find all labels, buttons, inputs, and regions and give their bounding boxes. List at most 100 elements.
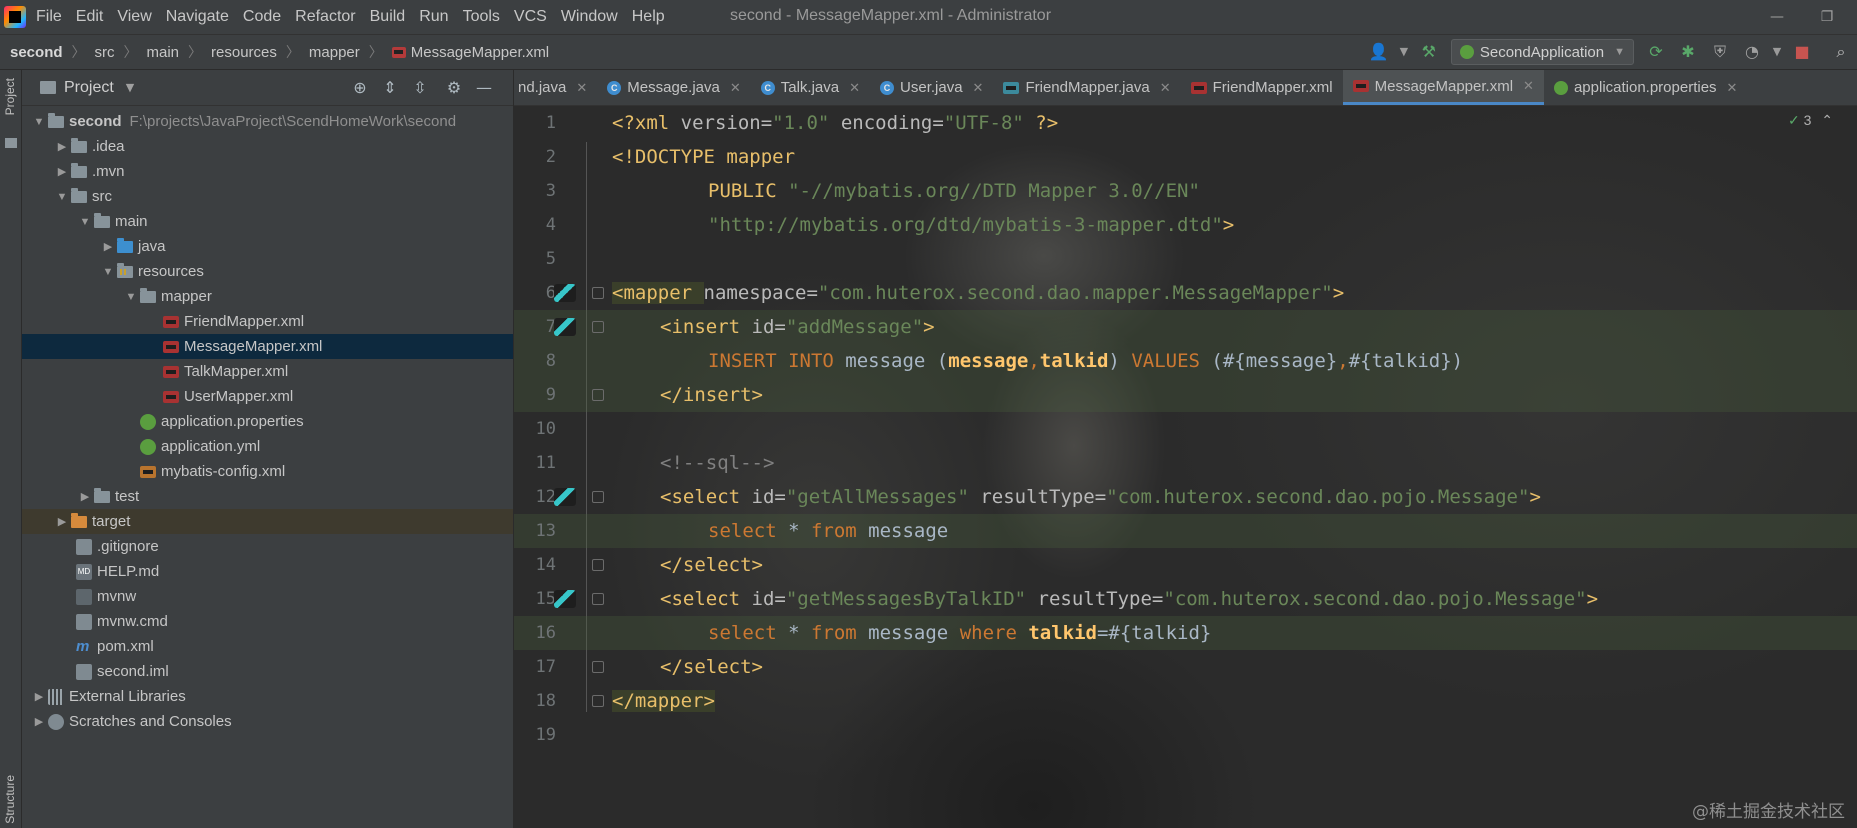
breadcrumb-main[interactable]: main xyxy=(147,44,180,61)
restore-icon[interactable]: ❐ xyxy=(1807,4,1847,30)
breadcrumb-resources[interactable]: resources xyxy=(211,44,277,61)
breadcrumb-project[interactable]: second xyxy=(10,44,63,61)
tree-item-gitignore[interactable]: .gitignore xyxy=(22,534,513,559)
collapse-all-icon[interactable]: ⇳ xyxy=(408,76,432,100)
debug-icon[interactable]: ✱ xyxy=(1675,39,1701,65)
menu-navigate[interactable]: Navigate xyxy=(166,8,229,26)
tree-item-usermapper-xml[interactable]: UserMapper.xml xyxy=(22,384,513,409)
close-icon[interactable]: ✕ xyxy=(1160,80,1171,96)
chevron-down-icon[interactable]: ▼ xyxy=(1398,39,1410,65)
tree-item-application-properties[interactable]: application.properties xyxy=(22,409,513,434)
code-line[interactable]: 8 INSERT INTO message (message,talkid) V… xyxy=(514,344,1857,378)
tree-item-mvnw[interactable]: mvnw xyxy=(22,584,513,609)
tree-item-mapper[interactable]: ▼ mapper xyxy=(22,284,513,309)
hide-panel-icon[interactable]: — xyxy=(472,76,496,100)
close-icon[interactable]: ✕ xyxy=(1523,78,1534,94)
chevron-down-icon[interactable]: ▼ xyxy=(76,216,94,228)
tree-item-test[interactable]: ▶ test xyxy=(22,484,513,509)
chevron-down-icon[interactable]: ▼ xyxy=(99,266,117,278)
fold-icon[interactable] xyxy=(592,593,604,605)
tree-item-main[interactable]: ▼ main xyxy=(22,209,513,234)
menu-build[interactable]: Build xyxy=(370,8,406,26)
fold-icon[interactable] xyxy=(592,321,604,333)
chevron-right-icon[interactable]: ▶ xyxy=(53,140,71,153)
close-icon[interactable]: ✕ xyxy=(1727,80,1738,96)
chevron-down-icon[interactable]: ▼ xyxy=(122,291,140,303)
tree-item-second[interactable]: ▼ second F:\projects\JavaProject\ScendHo… xyxy=(22,109,513,134)
code-line[interactable]: 5 xyxy=(514,242,1857,276)
tree-item-messagemapper-xml[interactable]: MessageMapper.xml xyxy=(22,334,513,359)
menu-help[interactable]: Help xyxy=(632,8,665,26)
code-line[interactable]: 2 <!DOCTYPE mapper xyxy=(514,140,1857,174)
minimize-icon[interactable]: — xyxy=(1757,4,1797,30)
search-icon[interactable]: ⌕ xyxy=(1828,39,1854,65)
chevron-right-icon[interactable]: ▶ xyxy=(99,240,117,253)
rerun-icon[interactable]: ⟳ xyxy=(1643,39,1669,65)
tree-item-application-yml[interactable]: application.yml xyxy=(22,434,513,459)
code-line[interactable]: 17 </select> xyxy=(514,650,1857,684)
chevron-right-icon[interactable]: ▶ xyxy=(30,715,48,728)
code-editor[interactable]: 1 <?xml version="1.0" encoding="UTF-8" ?… xyxy=(514,106,1857,828)
code-line[interactable]: 13 select * from message xyxy=(514,514,1857,548)
code-line[interactable]: 9 </insert> xyxy=(514,378,1857,412)
code-line[interactable]: 7 <insert id="addMessage"> xyxy=(514,310,1857,344)
menu-edit[interactable]: Edit xyxy=(76,8,104,26)
tree-item-src[interactable]: ▼ src xyxy=(22,184,513,209)
user-icon[interactable]: 👤 xyxy=(1366,39,1392,65)
chevron-right-icon[interactable]: ▶ xyxy=(53,515,71,528)
menu-tools[interactable]: Tools xyxy=(463,8,500,26)
profile-icon[interactable]: ◔ xyxy=(1739,39,1765,65)
menu-file[interactable]: File xyxy=(36,8,62,26)
mybatis-navigate-icon[interactable] xyxy=(554,488,576,506)
code-line[interactable]: 16 select * from message where talkid=#{… xyxy=(514,616,1857,650)
intellij-logo-icon[interactable] xyxy=(4,6,26,28)
tree-item-java[interactable]: ▶ java xyxy=(22,234,513,259)
fold-icon[interactable] xyxy=(592,661,604,673)
tab-message-java[interactable]: C Message.java ✕ xyxy=(597,70,750,105)
tree-item-target[interactable]: ▶ target xyxy=(22,509,513,534)
menu-view[interactable]: View xyxy=(117,8,151,26)
menu-vcs[interactable]: VCS xyxy=(514,8,547,26)
close-icon[interactable]: ✕ xyxy=(576,80,587,96)
tree-item-mybatis-config-xml[interactable]: mybatis-config.xml xyxy=(22,459,513,484)
tree-item-talkmapper-xml[interactable]: TalkMapper.xml xyxy=(22,359,513,384)
code-line[interactable]: 6 <mapper namespace="com.huterox.second.… xyxy=(514,276,1857,310)
structure-tool-window-button[interactable]: Structure xyxy=(3,775,17,824)
tab-friend-controller[interactable]: nd.java ✕ xyxy=(514,70,597,105)
fold-icon[interactable] xyxy=(592,389,604,401)
run-configuration-select[interactable]: SecondApplication ▼ xyxy=(1450,39,1634,65)
tab-friendmapper-java[interactable]: FriendMapper.java ✕ xyxy=(993,70,1180,105)
fold-icon[interactable] xyxy=(592,491,604,503)
mybatis-navigate-icon[interactable] xyxy=(554,284,576,302)
gear-icon[interactable]: ⚙ xyxy=(442,76,466,100)
breadcrumb-file[interactable]: MessageMapper.xml xyxy=(391,44,549,61)
menu-refactor[interactable]: Refactor xyxy=(295,8,355,26)
close-icon[interactable]: ✕ xyxy=(973,80,984,96)
tree-item-scratches[interactable]: ▶ Scratches and Consoles xyxy=(22,709,513,734)
code-line[interactable]: 15 <select id="getMessagesByTalkID" resu… xyxy=(514,582,1857,616)
project-panel-title[interactable]: Project xyxy=(64,79,114,97)
tab-friendmapper-xml[interactable]: FriendMapper.xml xyxy=(1181,70,1343,105)
chevron-down-icon[interactable]: ▼ xyxy=(30,116,48,128)
tree-item-second-iml[interactable]: second.iml xyxy=(22,659,513,684)
menu-window[interactable]: Window xyxy=(561,8,618,26)
project-tool-window-button[interactable]: Project xyxy=(3,78,17,115)
tree-item-help-md[interactable]: MD HELP.md xyxy=(22,559,513,584)
stop-icon[interactable]: ■ xyxy=(1789,39,1815,65)
close-icon[interactable]: ✕ xyxy=(849,80,860,96)
menu-code[interactable]: Code xyxy=(243,8,281,26)
code-line[interactable]: 11 <!--sql--> xyxy=(514,446,1857,480)
fold-icon[interactable] xyxy=(592,287,604,299)
tab-messagemapper-xml[interactable]: MessageMapper.xml ✕ xyxy=(1342,70,1544,105)
chevron-down-icon[interactable]: ▼ xyxy=(126,81,134,94)
mybatis-navigate-icon[interactable] xyxy=(554,318,576,336)
coverage-icon[interactable]: ⛨ xyxy=(1707,39,1733,65)
tree-item-pom-xml[interactable]: m pom.xml xyxy=(22,634,513,659)
breadcrumb-mapper[interactable]: mapper xyxy=(309,44,360,61)
code-line[interactable]: 14 </select> xyxy=(514,548,1857,582)
tree-item-mvn[interactable]: ▶ .mvn xyxy=(22,159,513,184)
close-icon[interactable]: ✕ xyxy=(730,80,741,96)
tab-application-properties[interactable]: application.properties ✕ xyxy=(1544,70,1748,105)
code-line[interactable]: 12 <select id="getAllMessages" resultTyp… xyxy=(514,480,1857,514)
code-line[interactable]: 1 <?xml version="1.0" encoding="UTF-8" ?… xyxy=(514,106,1857,140)
